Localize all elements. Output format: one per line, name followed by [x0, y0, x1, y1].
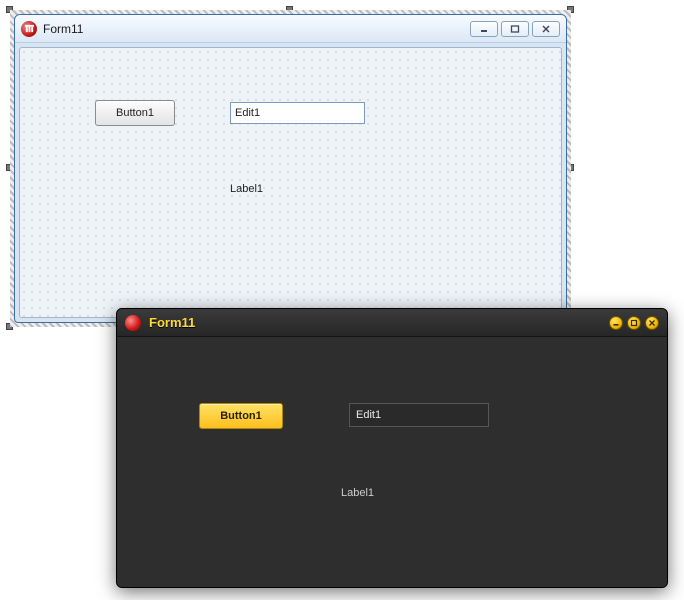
edit-control[interactable]: Edit1	[349, 403, 489, 427]
minimize-icon	[612, 319, 620, 327]
designer-form-window[interactable]: Form11 Button1 E	[14, 14, 567, 323]
button-control[interactable]: Button1	[95, 100, 175, 126]
label-control: Label1	[341, 487, 374, 499]
button-label: Button1	[116, 107, 154, 119]
app-icon	[21, 21, 37, 37]
app-icon	[125, 315, 141, 331]
close-icon	[648, 319, 656, 327]
close-button[interactable]	[532, 21, 560, 37]
minimize-icon	[479, 25, 489, 33]
window-title: Form11	[149, 315, 601, 330]
button-control[interactable]: Button1	[199, 403, 283, 429]
window-buttons	[470, 21, 560, 37]
edit-value: Edit1	[235, 107, 260, 119]
button-label: Button1	[220, 410, 262, 422]
form-designer-selection: Form11 Button1 E	[6, 6, 575, 331]
close-icon	[541, 25, 551, 33]
edit-control[interactable]: Edit1	[230, 102, 365, 124]
maximize-button[interactable]	[501, 21, 529, 37]
designer-hatch-border: Form11 Button1 E	[10, 10, 571, 327]
window-title: Form11	[43, 22, 464, 36]
designer-client-area[interactable]: Button1 Edit1 Label1	[19, 47, 562, 318]
runtime-client-area: Button1 Edit1 Label1	[117, 337, 667, 587]
edit-value: Edit1	[356, 409, 381, 421]
titlebar[interactable]: Form11	[15, 15, 566, 43]
label-control[interactable]: Label1	[230, 183, 263, 195]
runtime-form-window[interactable]: Form11 Button1 Edit1 Label1	[116, 308, 668, 588]
minimize-button[interactable]	[470, 21, 498, 37]
minimize-button[interactable]	[609, 316, 623, 330]
window-buttons	[609, 316, 659, 330]
titlebar[interactable]: Form11	[117, 309, 667, 337]
maximize-button[interactable]	[627, 316, 641, 330]
maximize-icon	[510, 25, 520, 33]
close-button[interactable]	[645, 316, 659, 330]
maximize-icon	[630, 319, 638, 327]
